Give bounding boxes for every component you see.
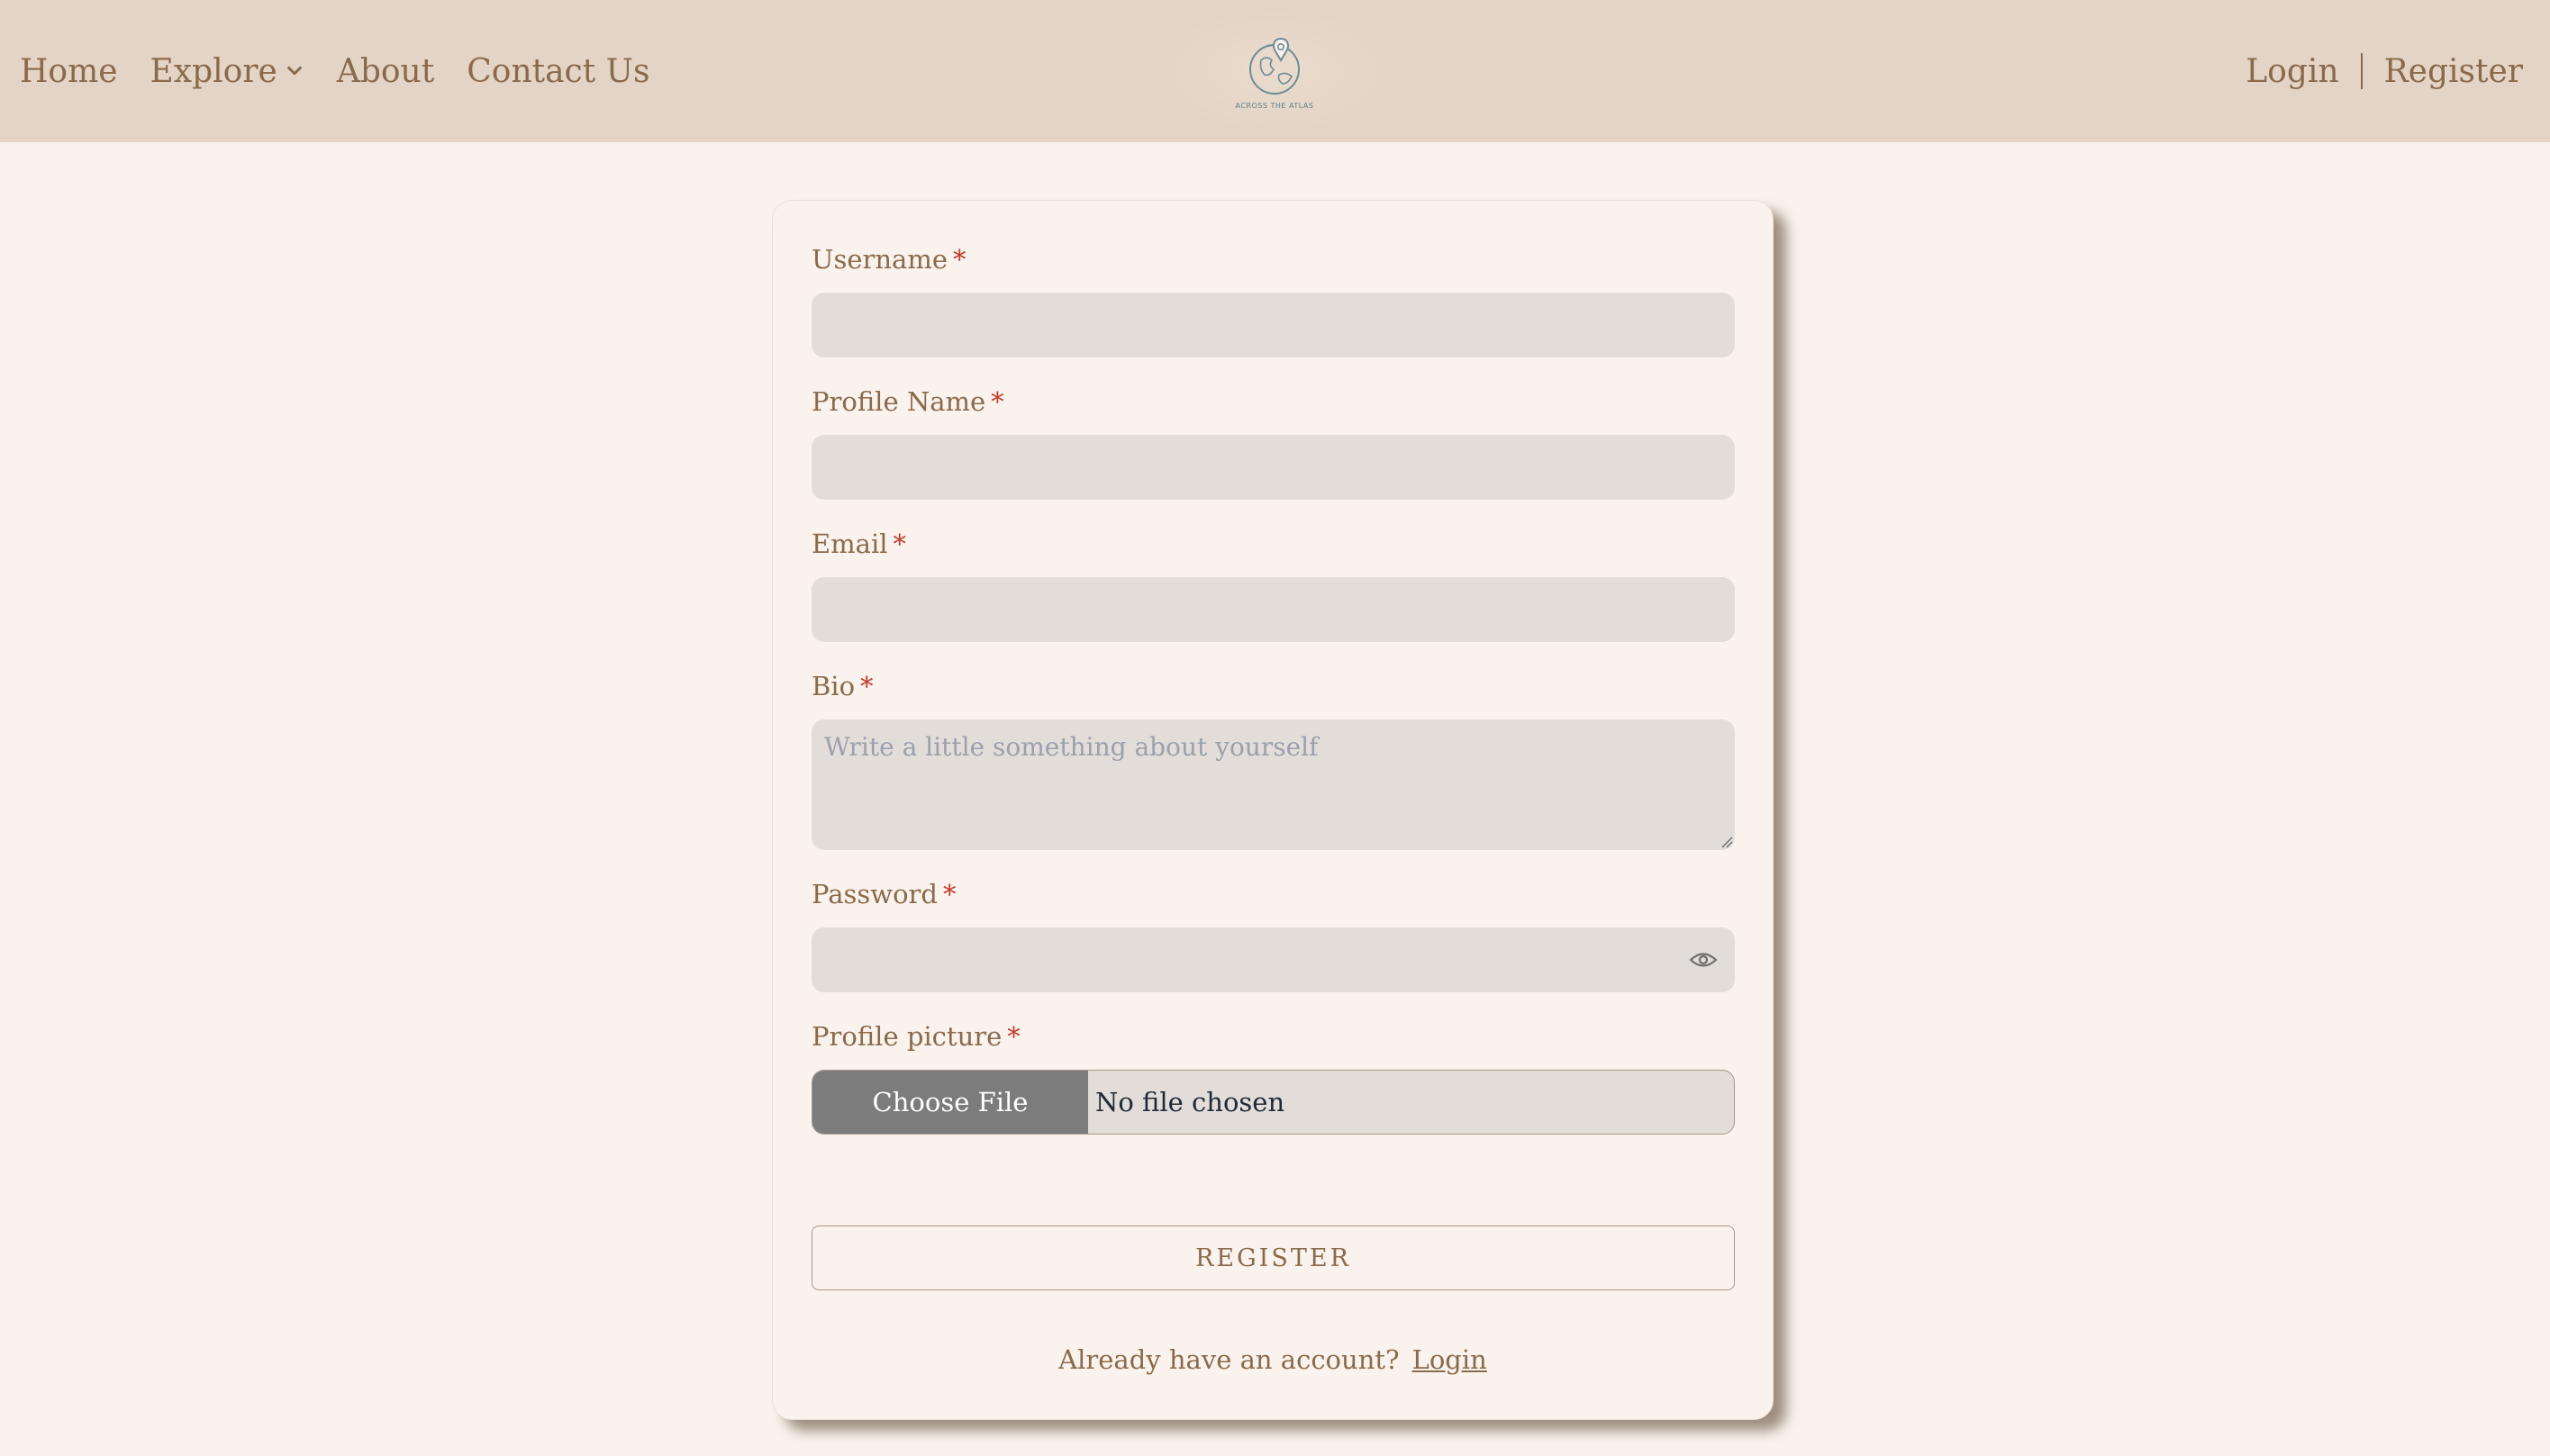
- bio-textarea[interactable]: [812, 719, 1735, 850]
- required-marker: *: [1007, 1021, 1021, 1052]
- nav-divider: [2360, 53, 2363, 89]
- register-card: Username* Profile Name* Email* Bio* Pass…: [772, 200, 1774, 1420]
- password-input[interactable]: [812, 927, 1735, 992]
- profile-picture-label-text: Profile picture: [812, 1021, 1003, 1052]
- nav-home-link[interactable]: Home: [20, 53, 118, 90]
- bio-label: Bio *: [812, 671, 874, 701]
- globe-pin-logo-icon: [1249, 37, 1300, 95]
- eye-icon[interactable]: [1689, 950, 1718, 970]
- profile-name-input[interactable]: [812, 435, 1735, 500]
- username-label-text: Username: [812, 244, 948, 275]
- required-marker: *: [860, 671, 874, 701]
- email-label: Email *: [812, 529, 906, 559]
- resize-grip-icon[interactable]: [1720, 836, 1733, 848]
- nav-explore-label: Explore: [150, 52, 277, 90]
- choose-file-button[interactable]: Choose File: [812, 1071, 1088, 1134]
- email-input[interactable]: [812, 577, 1735, 642]
- login-prompt: Already have an account? Login: [773, 1344, 1773, 1375]
- username-input[interactable]: [812, 293, 1735, 357]
- auth-nav: Login Register: [2246, 0, 2523, 142]
- required-marker: *: [893, 529, 907, 559]
- password-label: Password *: [812, 879, 956, 909]
- profile-name-label-text: Profile Name: [812, 386, 986, 417]
- profile-picture-file-input[interactable]: Choose File No file chosen: [812, 1070, 1735, 1135]
- nav-login-link[interactable]: Login: [2246, 53, 2338, 90]
- required-marker: *: [952, 244, 966, 275]
- nav-about-link[interactable]: About: [337, 53, 434, 90]
- nav-contact-link[interactable]: Contact Us: [467, 53, 649, 90]
- username-label: Username *: [812, 244, 966, 275]
- bio-label-text: Bio: [812, 671, 856, 701]
- password-label-text: Password: [812, 879, 938, 909]
- email-label-text: Email: [812, 529, 888, 559]
- chevron-down-icon: [286, 66, 302, 76]
- have-account-text: Already have an account?: [1058, 1344, 1400, 1375]
- login-link[interactable]: Login: [1412, 1344, 1487, 1375]
- logo-wordmark: ACROSS THE ATLAS: [1235, 101, 1314, 110]
- file-status-text: No file chosen: [1095, 1087, 1285, 1117]
- site-logo[interactable]: ACROSS THE ATLAS: [1148, 7, 1402, 135]
- profile-name-label: Profile Name *: [812, 386, 1004, 417]
- main-nav: Home Explore About Contact Us: [20, 0, 649, 142]
- required-marker: *: [942, 879, 957, 909]
- nav-explore-dropdown[interactable]: Explore: [150, 53, 304, 90]
- top-navbar: Home Explore About Contact Us ACROSS THE…: [0, 0, 2550, 142]
- register-button[interactable]: REGISTER: [812, 1225, 1735, 1290]
- required-marker: *: [991, 386, 1004, 417]
- profile-picture-label: Profile picture *: [812, 1021, 1021, 1052]
- nav-register-link[interactable]: Register: [2384, 53, 2523, 90]
